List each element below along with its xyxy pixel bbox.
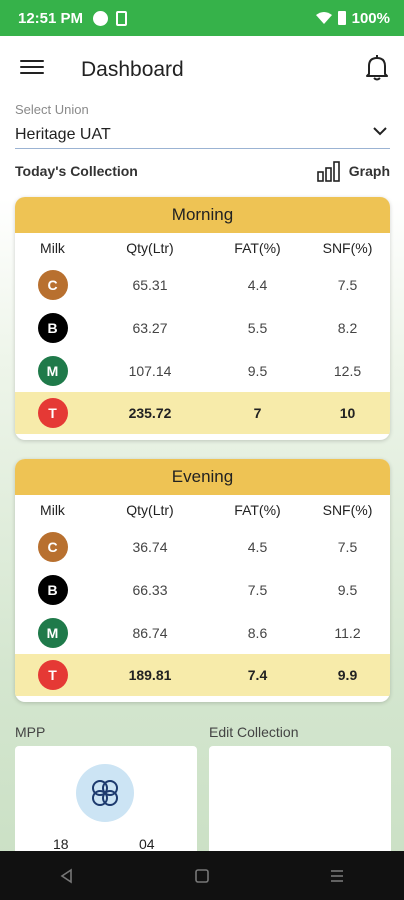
back-icon[interactable]: [59, 868, 75, 884]
col-qty: Qty(Ltr): [126, 502, 174, 518]
milk-badge-total: T: [37, 398, 68, 428]
table-row: B 63.27 5.5 8.2: [15, 306, 390, 349]
morning-card: Morning Milk Qty(Ltr) FAT(%) SNF(%) C 65…: [15, 197, 390, 440]
milk-badge-mixed: M: [37, 355, 68, 386]
page-title: Dashboard: [81, 58, 184, 81]
mpp-logo: [76, 764, 134, 822]
status-time: 12:51 PM: [18, 9, 84, 27]
milk-badge-buffalo: B: [37, 574, 68, 605]
snf-value: 9.5: [337, 581, 358, 598]
total-snf: 9.9: [337, 667, 358, 683]
mpp-count-right: 04: [139, 836, 155, 852]
qty-value: 66.33: [132, 581, 168, 598]
milk-badge-cow: C: [37, 269, 68, 300]
total-qty: 235.72: [128, 405, 172, 421]
col-snf: SNF(%): [322, 240, 373, 256]
milk-badge-cow: C: [37, 531, 68, 562]
menu-icon[interactable]: [20, 60, 44, 78]
snf-value: 7.5: [337, 276, 358, 293]
total-fat: 7: [253, 405, 262, 421]
fat-value: 5.5: [247, 319, 268, 336]
app-notification-icon: [93, 10, 109, 26]
status-bar: 12:51 PM 100%: [0, 0, 404, 36]
snf-value: 12.5: [333, 362, 362, 379]
fat-value: 9.5: [247, 362, 268, 379]
evening-title: Evening: [15, 459, 390, 495]
table-row: M 107.14 9.5 12.5: [15, 349, 390, 392]
todays-collection-title: Today's Collection: [15, 163, 138, 179]
total-snf: 10: [339, 405, 356, 421]
table-row: C 65.31 4.4 7.5: [15, 263, 390, 306]
col-snf: SNF(%): [322, 502, 373, 518]
col-fat: FAT(%): [234, 240, 281, 256]
flower-icon: [92, 780, 118, 806]
wifi-icon: [315, 12, 332, 24]
graph-label: Graph: [348, 163, 390, 179]
qty-value: 36.74: [132, 538, 168, 555]
table-row: C 36.74 4.5 7.5: [15, 525, 390, 568]
table-row: M 86.74 8.6 11.2: [15, 611, 390, 654]
edit-collection-label: Edit Collection: [209, 724, 299, 740]
snf-value: 11.2: [334, 624, 361, 641]
qty-value: 65.31: [132, 276, 168, 293]
edit-collection-card[interactable]: [209, 746, 391, 856]
mpp-label: MPP: [15, 724, 46, 740]
qty-value: 107.14: [128, 362, 172, 379]
qty-value: 63.27: [132, 319, 168, 336]
sim-icon: [116, 10, 128, 26]
battery-icon: [337, 11, 346, 25]
col-milk: Milk: [40, 240, 65, 256]
mpp-count-left: 18: [53, 836, 69, 852]
table-header: Milk Qty(Ltr) FAT(%) SNF(%): [15, 233, 390, 263]
union-value: Heritage UAT: [15, 125, 111, 143]
qty-value: 86.74: [132, 624, 168, 641]
table-header: Milk Qty(Ltr) FAT(%) SNF(%): [15, 495, 390, 525]
milk-badge-mixed: M: [37, 617, 68, 648]
app-bar: Dashboard: [0, 36, 404, 102]
home-icon[interactable]: [194, 868, 210, 884]
evening-card: Evening Milk Qty(Ltr) FAT(%) SNF(%) C 36…: [15, 459, 390, 702]
total-qty: 189.81: [128, 667, 172, 683]
snf-value: 8.2: [337, 319, 358, 336]
bar-chart-icon: [316, 161, 340, 182]
total-fat: 7.4: [247, 667, 268, 683]
fat-value: 4.5: [247, 538, 268, 555]
fat-value: 4.4: [247, 276, 268, 293]
system-nav-bar: [0, 851, 404, 900]
chevron-down-icon: [373, 127, 387, 136]
fat-value: 7.5: [247, 581, 268, 598]
battery-level: 100%: [351, 9, 390, 27]
snf-value: 7.5: [337, 538, 358, 555]
col-qty: Qty(Ltr): [126, 240, 174, 256]
bell-icon[interactable]: [364, 54, 390, 82]
fat-value: 8.6: [247, 624, 268, 641]
table-row: B 66.33 7.5 9.5: [15, 568, 390, 611]
total-row: T 235.72 7 10: [15, 392, 390, 434]
union-select[interactable]: Heritage UAT: [15, 121, 390, 149]
total-row: T 189.81 7.4 9.9: [15, 654, 390, 696]
recents-icon[interactable]: [329, 868, 345, 884]
col-fat: FAT(%): [234, 502, 281, 518]
graph-button[interactable]: Graph: [316, 160, 390, 182]
milk-badge-buffalo: B: [37, 312, 68, 343]
union-label: Select Union: [15, 102, 89, 117]
mpp-card[interactable]: 18 04: [15, 746, 197, 856]
morning-title: Morning: [15, 197, 390, 233]
col-milk: Milk: [40, 502, 65, 518]
milk-badge-total: T: [37, 660, 68, 690]
